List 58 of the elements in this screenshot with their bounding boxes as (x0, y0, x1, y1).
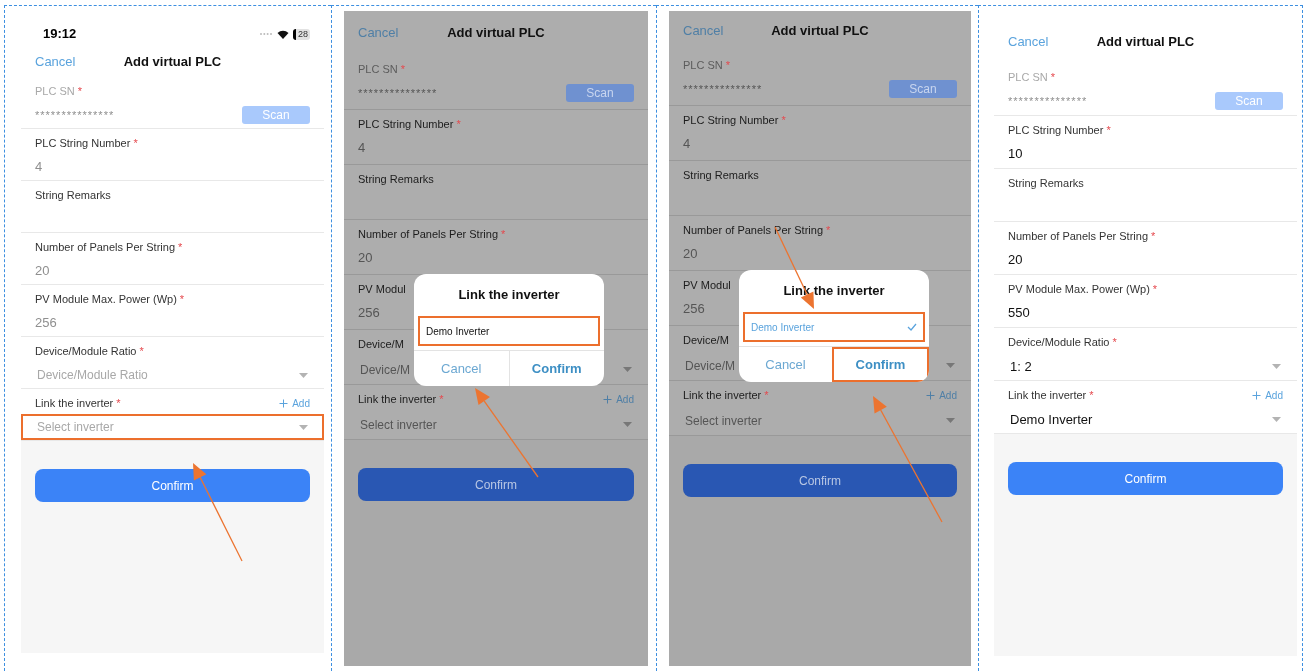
field-value: 256 (683, 300, 705, 319)
field-value: 20 (1008, 251, 1023, 270)
field-label: PLC SN * (35, 84, 83, 98)
battery-indicator: 28 (293, 28, 310, 40)
select-placeholder: Select inverter (685, 412, 762, 430)
field-label: Number of Panels Per String * (1008, 229, 1156, 243)
field-label: String Remarks (358, 172, 434, 186)
field-label: PV Modul (358, 282, 406, 296)
screen-title: Add virtual PLC (123, 53, 222, 72)
field-label: PLC String Number * (35, 136, 138, 150)
field-label: PLC SN * (1008, 70, 1056, 84)
field-label: PV Module Max. Power (Wp) * (1008, 282, 1158, 296)
dialog-title: Link the inverter (457, 286, 561, 305)
serial-number-value: *************** (683, 81, 763, 97)
field-value: 4 (358, 139, 366, 158)
field-label: String Remarks (1008, 176, 1084, 190)
field-value: 256 (358, 304, 380, 323)
field-value: 20 (358, 249, 373, 268)
field-label: PV Modul (683, 278, 731, 292)
field-label: Device/Module Ratio * (35, 344, 144, 358)
select-value: 1: 2 (1010, 357, 1032, 376)
serial-number-value: *************** (1008, 93, 1088, 109)
field-label: Link the inverter * (1008, 388, 1094, 402)
screen-title: Add virtual PLC (447, 24, 545, 43)
field-label: Link the inverter * (35, 396, 121, 410)
field-label: Device/M (358, 337, 404, 351)
field-label: PLC SN * (683, 58, 731, 72)
serial-number-value: *************** (358, 85, 438, 101)
field-value: 4 (35, 158, 43, 177)
field-label: Device/Module Ratio * (1008, 335, 1117, 349)
select-value: Demo Inverter (1010, 410, 1093, 429)
field-value: 20 (35, 262, 50, 281)
select-placeholder: Device/Module Ratio (37, 367, 148, 384)
status-time: 19:12 (43, 25, 77, 44)
screen-title: Add virtual PLC (771, 22, 869, 41)
field-label: Device/M (683, 333, 729, 347)
field-label: Number of Panels Per String * (358, 227, 506, 241)
serial-number-value: *************** (35, 107, 115, 123)
field-label: Link the inverter * (358, 392, 444, 406)
field-label: PV Module Max. Power (Wp) * (35, 292, 185, 306)
field-label: Number of Panels Per String * (35, 240, 183, 254)
select-placeholder: Device/M (685, 357, 735, 375)
field-value: 256 (35, 314, 57, 333)
field-value: 20 (683, 245, 698, 264)
field-label: PLC SN * (358, 62, 406, 76)
field-value: 4 (683, 135, 691, 154)
field-label: PLC String Number * (358, 117, 461, 131)
select-placeholder: Select inverter (360, 416, 437, 434)
select-placeholder: Device/M (360, 361, 410, 379)
field-label: String Remarks (35, 188, 111, 202)
field-value: 10 (1008, 145, 1023, 164)
field-label: PLC String Number * (683, 113, 786, 127)
screen-title: Add virtual PLC (1096, 33, 1195, 52)
field-label: String Remarks (683, 168, 759, 182)
select-placeholder: Select inverter (37, 419, 114, 436)
field-label: PLC String Number * (1008, 123, 1111, 137)
field-label: Link the inverter * (683, 388, 769, 402)
field-value: 550 (1008, 304, 1030, 323)
